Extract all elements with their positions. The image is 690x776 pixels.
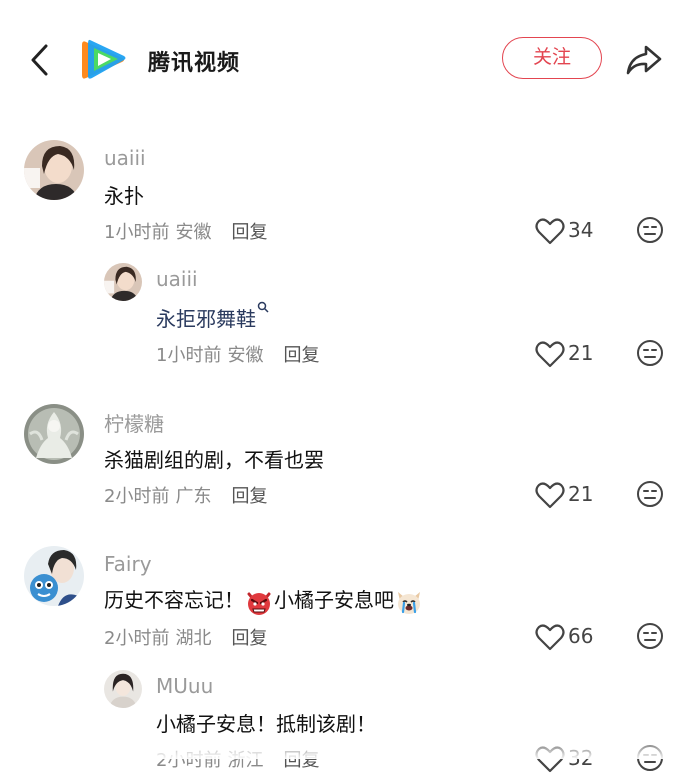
- comment-location: 广东: [175, 486, 212, 507]
- comment-location: 安徽: [175, 222, 212, 243]
- reply-location: 安徽: [227, 345, 264, 366]
- reply-text[interactable]: 永拒邪舞鞋: [156, 301, 269, 332]
- like-count: 21: [568, 482, 594, 506]
- reply-button[interactable]: 回复: [283, 345, 319, 366]
- comment-time: 2小时前: [104, 628, 170, 649]
- reply-button[interactable]: 回复: [231, 486, 267, 507]
- dislike-button[interactable]: [636, 622, 664, 650]
- reply-username[interactable]: MUuu: [156, 674, 213, 698]
- avatar[interactable]: [24, 140, 84, 200]
- comment-time: 2小时前: [104, 486, 170, 507]
- dislike-button[interactable]: [636, 480, 664, 508]
- chevron-left-icon: [31, 44, 48, 76]
- reply-button[interactable]: 回复: [231, 628, 267, 649]
- reply-username[interactable]: uaiii: [156, 267, 198, 291]
- account-name[interactable]: 腾讯视频: [148, 45, 240, 77]
- dislike-button[interactable]: [636, 339, 664, 367]
- comment-time: 1小时前: [104, 222, 170, 243]
- meh-face-icon: [637, 481, 663, 507]
- comment-location: 湖北: [175, 628, 212, 649]
- like-count: 34: [568, 218, 594, 242]
- bottom-fade-overlay: [0, 735, 690, 759]
- reply-time: 1小时前: [156, 345, 222, 366]
- heart-icon: [535, 341, 565, 368]
- search-icon: [257, 301, 269, 313]
- reply-button[interactable]: 回复: [231, 222, 267, 243]
- comment-text: 杀猫剧组的剧，不看也罢: [104, 448, 324, 472]
- like-count: 21: [568, 341, 594, 365]
- meh-face-icon: [637, 340, 663, 366]
- comment-meta: 1小时前 安徽 回复: [104, 218, 273, 244]
- comment-meta: 2小时前 湖北 回复: [104, 624, 273, 650]
- heart-icon: [535, 482, 565, 509]
- heart-icon: [535, 624, 565, 651]
- back-button[interactable]: [24, 40, 56, 80]
- dislike-button[interactable]: [636, 216, 664, 244]
- meh-face-icon: [637, 623, 663, 649]
- share-arrow-icon: [626, 45, 662, 75]
- share-button[interactable]: [624, 40, 664, 80]
- avatar[interactable]: [24, 404, 84, 464]
- angry-devil-emoji-icon: [247, 592, 271, 615]
- like-count: 66: [568, 624, 594, 648]
- avatar[interactable]: [104, 670, 142, 708]
- comment-username[interactable]: Fairy: [104, 552, 152, 576]
- heart-icon: [535, 218, 565, 245]
- comment-text: 永扑: [104, 184, 144, 208]
- avatar[interactable]: [104, 263, 142, 301]
- crying-dog-emoji-icon: [398, 591, 420, 614]
- comment-meta: 2小时前 广东 回复: [104, 482, 273, 508]
- reply-meta: 1小时前 安徽 回复: [156, 341, 325, 367]
- reply-text: 小橘子安息！抵制该剧！: [156, 712, 376, 736]
- comment-text-part2: 小橘子安息吧: [274, 588, 394, 612]
- top-bar: 腾讯视频 关注: [0, 0, 690, 120]
- comment-username[interactable]: uaiii: [104, 146, 146, 170]
- avatar[interactable]: [24, 546, 84, 606]
- meh-face-icon: [637, 217, 663, 243]
- comment-username[interactable]: 柠檬糖: [104, 408, 164, 437]
- comment-text-part1: 历史不容忘记！: [104, 588, 244, 612]
- follow-button[interactable]: 关注: [502, 37, 602, 79]
- search-link-text[interactable]: 永拒邪舞鞋: [156, 307, 256, 331]
- comment-text: 历史不容忘记！ 小橘子安息吧: [104, 584, 424, 616]
- tencent-video-logo[interactable]: [80, 38, 128, 82]
